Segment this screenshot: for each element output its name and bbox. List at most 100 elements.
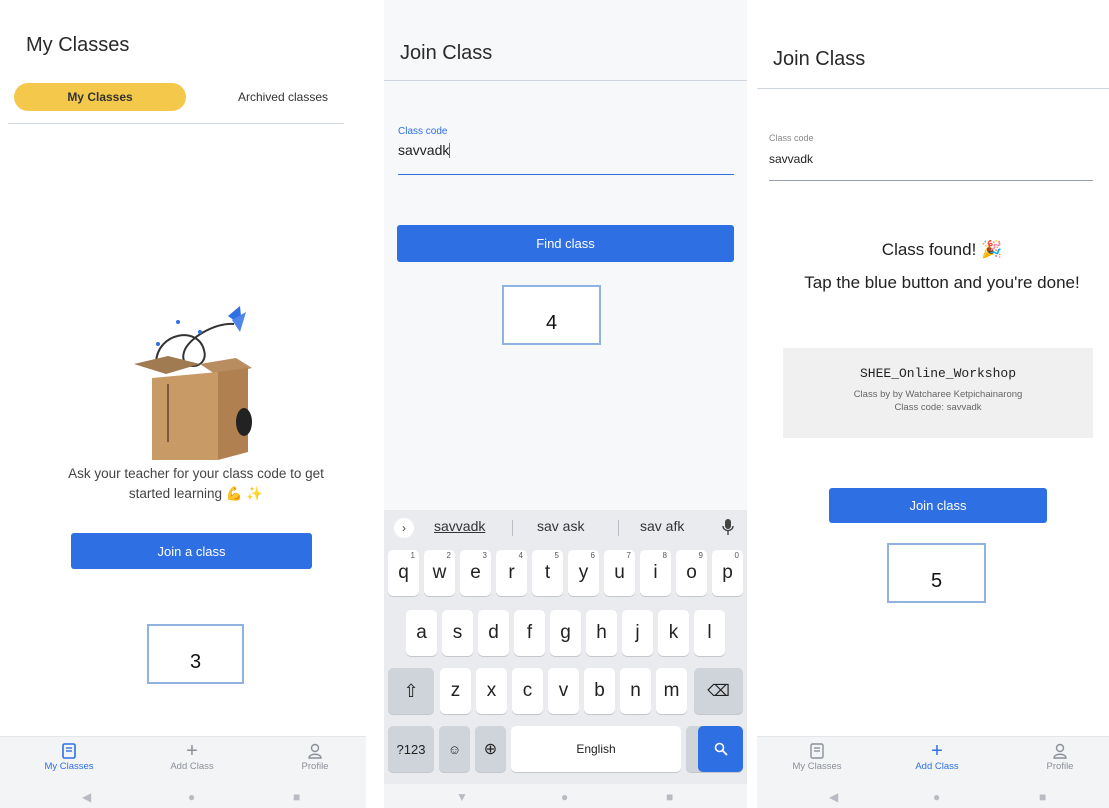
nav-my-classes[interactable]: My Classes	[777, 741, 857, 772]
tab-my-classes[interactable]: My Classes	[14, 83, 186, 111]
key-z[interactable]: z	[440, 668, 471, 714]
key-h[interactable]: h	[586, 610, 617, 656]
key-r[interactable]: r4	[496, 550, 527, 596]
join-class-button[interactable]: Join class	[829, 488, 1047, 523]
key-s[interactable]: s	[442, 610, 473, 656]
search-icon	[714, 742, 728, 756]
back-icon[interactable]: ◀	[82, 790, 91, 804]
nav-label: My Classes	[44, 761, 94, 772]
class-author: Class by by Watcharee Ketpichainarong	[853, 389, 1023, 400]
soft-keyboard: › savvadk sav ask sav afk q1 w2 e3 r4 t5…	[384, 510, 747, 784]
key-v[interactable]: v	[548, 668, 579, 714]
nav-label: Add Class	[915, 761, 959, 772]
key-u[interactable]: u7	[604, 550, 635, 596]
screen-join-class-typing: Join Class Class code savvadk Find class…	[384, 0, 747, 808]
page-title: Join Class	[773, 48, 866, 70]
key-c[interactable]: c	[512, 668, 543, 714]
nav-label: Profile	[301, 761, 329, 772]
system-navigation-bar: ◀ ● ■	[757, 784, 1109, 808]
class-code-text: Class code: savvadk	[894, 402, 982, 413]
join-a-class-button[interactable]: Join a class	[71, 533, 312, 569]
home-icon[interactable]: ●	[933, 790, 940, 804]
plus-icon: +	[931, 740, 943, 762]
key-e[interactable]: e3	[460, 550, 491, 596]
key-i[interactable]: i8	[640, 550, 671, 596]
bottom-navigation: My Classes + Add Class Profile	[757, 736, 1109, 784]
step-label-3: 3	[147, 624, 244, 684]
system-navigation-bar: ▼ ● ■	[384, 784, 747, 808]
step-label-4: 4	[502, 285, 601, 345]
nav-profile[interactable]: Profile	[275, 741, 355, 772]
symbols-key[interactable]: ?123	[388, 726, 434, 772]
key-t[interactable]: t5	[532, 550, 563, 596]
bottom-navigation: My Classes + Add Class Profile	[0, 736, 366, 784]
home-icon[interactable]: ●	[188, 790, 195, 804]
suggestion-1[interactable]: savvadk	[434, 518, 485, 534]
step-label-5: 5	[887, 543, 986, 603]
screen-class-found: Join Class Class code savvadk Class foun…	[757, 0, 1109, 808]
find-class-button[interactable]: Find class	[397, 225, 734, 262]
suggestion-2[interactable]: sav ask	[537, 518, 584, 534]
nav-my-classes[interactable]: My Classes	[29, 741, 109, 772]
nav-add-class[interactable]: + Add Class	[152, 741, 232, 772]
shift-key[interactable]: ⇧	[388, 668, 434, 714]
screen-my-classes: My Classes My Classes Archived classes A…	[0, 0, 366, 808]
page-title: Join Class	[400, 42, 493, 64]
suggestion-3[interactable]: sav afk	[640, 518, 684, 534]
key-j[interactable]: j	[622, 610, 653, 656]
key-y[interactable]: y6	[568, 550, 599, 596]
key-a[interactable]: a	[406, 610, 437, 656]
plus-icon: +	[186, 740, 198, 762]
class-found-instruction: Tap the blue button and you're done!	[804, 273, 1080, 292]
key-d[interactable]: d	[478, 610, 509, 656]
key-o[interactable]: o9	[676, 550, 707, 596]
nav-label: My Classes	[792, 761, 842, 772]
key-m[interactable]: m	[656, 668, 687, 714]
class-code-input[interactable]: savvadk	[769, 150, 1093, 181]
empty-state-message: Ask your teacher for your class code to …	[68, 466, 324, 501]
key-w[interactable]: w2	[424, 550, 455, 596]
recents-icon[interactable]: ■	[293, 790, 300, 804]
class-code-value: savvadk	[769, 152, 814, 166]
divider	[618, 520, 619, 536]
key-l[interactable]: l	[694, 610, 725, 656]
recents-icon[interactable]: ■	[666, 790, 673, 804]
class-code-input[interactable]: savvadk	[398, 142, 734, 175]
divider	[8, 123, 344, 124]
key-k[interactable]: k	[658, 610, 689, 656]
book-icon	[62, 743, 76, 759]
class-found-heading: Class found! 🎉	[881, 240, 1003, 259]
emoji-key[interactable]: ☺	[439, 726, 470, 772]
backspace-key[interactable]: ⌫	[694, 668, 743, 714]
key-q[interactable]: q1	[388, 550, 419, 596]
suggestion-expand-icon[interactable]: ›	[394, 518, 414, 538]
microphone-icon[interactable]	[722, 518, 734, 536]
globe-key[interactable]: ⊕	[475, 726, 506, 772]
key-b[interactable]: b	[584, 668, 615, 714]
nav-add-class[interactable]: + Add Class	[897, 741, 977, 772]
key-x[interactable]: x	[476, 668, 507, 714]
nav-label: Profile	[1046, 761, 1074, 772]
empty-box-illustration	[134, 306, 252, 460]
search-key[interactable]	[698, 726, 743, 772]
class-code-label: Class code	[769, 133, 814, 143]
nav-profile[interactable]: Profile	[1020, 741, 1100, 772]
page-title: My Classes	[26, 34, 130, 56]
user-icon	[1053, 743, 1067, 759]
home-icon[interactable]: ●	[561, 790, 568, 804]
class-code-label: Class code	[398, 126, 448, 137]
key-p[interactable]: p0	[712, 550, 743, 596]
space-bar[interactable]: English	[511, 726, 681, 772]
key-n[interactable]: n	[620, 668, 651, 714]
class-info-card: SHEE_Online_Workshop Class by by Watchar…	[783, 348, 1093, 438]
back-icon[interactable]: ◀	[829, 790, 838, 804]
tab-archived-classes[interactable]: Archived classes	[208, 83, 358, 111]
class-code-value: savvadk	[398, 142, 450, 158]
key-f[interactable]: f	[514, 610, 545, 656]
divider	[384, 80, 747, 81]
recents-icon[interactable]: ■	[1039, 790, 1046, 804]
hide-keyboard-icon[interactable]: ▼	[456, 790, 468, 804]
user-icon	[308, 743, 322, 759]
key-g[interactable]: g	[550, 610, 581, 656]
nav-label: Add Class	[170, 761, 214, 772]
